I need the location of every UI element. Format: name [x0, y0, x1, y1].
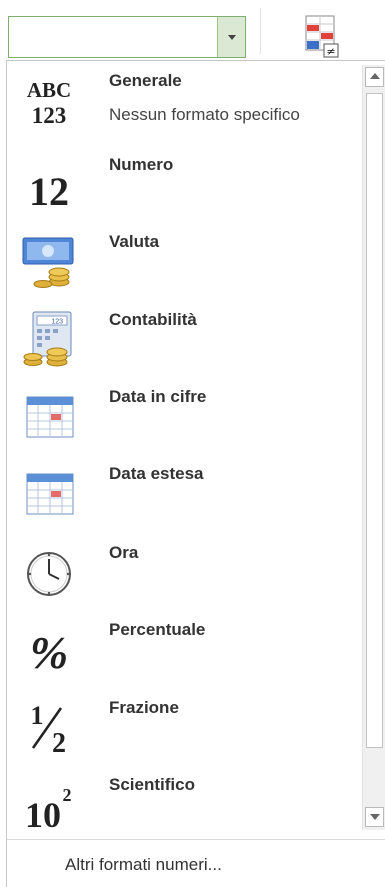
format-label: Ora	[109, 543, 139, 562]
ribbon-top-area: ≠	[0, 0, 385, 62]
format-item-frazione[interactable]: 1 2 Frazione	[7, 692, 363, 769]
calendar-icon	[26, 396, 74, 438]
svg-text:≠: ≠	[326, 45, 335, 58]
format-label: Data estesa	[109, 464, 204, 483]
more-number-formats-link[interactable]: Altri formati numeri...	[65, 855, 222, 875]
format-label: Generale	[109, 71, 182, 90]
svg-text:2: 2	[52, 728, 66, 756]
svg-text:2: 2	[63, 785, 72, 805]
clock-icon	[27, 552, 71, 596]
format-label: Frazione	[109, 698, 179, 717]
scroll-up-button[interactable]	[365, 67, 384, 87]
number-format-combobox[interactable]	[8, 16, 246, 58]
format-item-ora[interactable]: Ora	[7, 537, 363, 614]
percent-icon: %	[30, 627, 68, 678]
number-12-icon: 12	[29, 169, 69, 214]
chevron-down-icon[interactable]	[217, 17, 245, 57]
conditional-formatting-icon[interactable]: ≠	[300, 14, 340, 58]
format-label: Numero	[109, 155, 174, 174]
format-label: Valuta	[109, 232, 160, 251]
svg-text:1: 1	[31, 701, 44, 730]
svg-text:123: 123	[51, 319, 63, 326]
svg-text:10: 10	[25, 795, 61, 835]
format-item-percentuale[interactable]: % Percentuale	[7, 614, 363, 691]
scroll-down-button[interactable]	[365, 807, 384, 827]
svg-text:12: 12	[29, 169, 69, 214]
format-label: Contabilità	[109, 310, 197, 329]
calendar-icon	[26, 473, 74, 515]
svg-text:123: 123	[32, 103, 67, 128]
abc-123-icon: ABC 123	[27, 78, 71, 128]
format-label: Data in cifre	[109, 387, 207, 406]
svg-text:ABC: ABC	[27, 78, 71, 102]
fraction-icon: 1 2	[31, 701, 67, 756]
footer-divider	[7, 839, 385, 840]
format-item-valuta[interactable]: Valuta	[7, 226, 363, 303]
scroll-thumb[interactable]	[366, 93, 383, 748]
format-item-generale[interactable]: ABC 123 Generale Nessun formato specific…	[7, 65, 363, 142]
format-item-scientifico[interactable]: 10 2 Scientifico	[7, 769, 363, 846]
number-format-dropdown: ABC 123 Generale Nessun formato specific…	[6, 60, 385, 887]
format-description: Nessun formato specifico	[109, 105, 300, 124]
format-label: Scientifico	[109, 775, 195, 794]
currency-icon	[22, 237, 74, 288]
accounting-icon: 123	[23, 311, 72, 367]
ribbon-divider	[260, 8, 261, 54]
svg-text:%: %	[30, 627, 68, 678]
format-label: Percentuale	[109, 620, 206, 639]
vertical-scrollbar[interactable]	[362, 65, 385, 830]
format-item-numero[interactable]: 12 Numero	[7, 149, 363, 226]
scientific-icon: 10 2	[25, 785, 72, 835]
format-item-contabilita[interactable]: 123 Contabilità	[7, 304, 363, 381]
format-item-data-in-cifre[interactable]: Data in cifre	[7, 381, 363, 458]
format-item-data-estesa[interactable]: Data estesa	[7, 458, 363, 535]
